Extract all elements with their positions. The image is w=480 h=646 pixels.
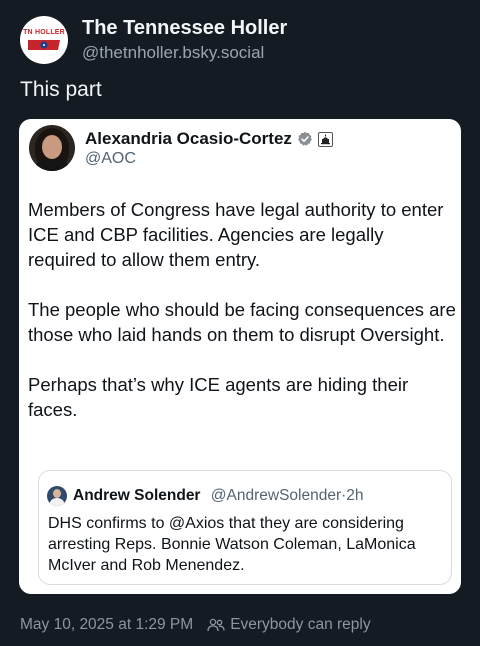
post-text: This part bbox=[20, 78, 102, 101]
inner-quote-text: DHS confirms to @Axios that they are con… bbox=[48, 515, 416, 574]
quoted-paragraph: Perhaps that’s why ICE agents are hiding… bbox=[28, 374, 409, 420]
post-header: TN HOLLER The Tennessee Holler @thetnhol… bbox=[20, 14, 287, 66]
author-display-name[interactable]: The Tennessee Holler bbox=[82, 16, 287, 40]
author-avatar[interactable]: TN HOLLER bbox=[20, 16, 68, 64]
author-handle[interactable]: @thetnholler.bsky.social bbox=[82, 42, 287, 64]
capitol-icon bbox=[317, 131, 333, 147]
inner-quote-author-name[interactable]: Andrew Solender bbox=[73, 487, 200, 504]
quoted-post-body: Members of Congress have legal authority… bbox=[28, 197, 456, 447]
quoted-paragraph: The people who should be facing conseque… bbox=[28, 299, 456, 345]
inner-quoted-post[interactable]: Andrew Solender @AndrewSolender·2h DHS c… bbox=[38, 470, 452, 585]
reply-setting: Everybody can reply bbox=[230, 616, 371, 633]
avatar-logo-text: TN HOLLER bbox=[23, 29, 65, 36]
tennessee-flag-icon bbox=[28, 40, 60, 50]
post-timestamp[interactable]: May 10, 2025 at 1:29 PM bbox=[20, 615, 193, 635]
quoted-paragraph: Members of Congress have legal authority… bbox=[28, 199, 444, 270]
quoted-author-name[interactable]: Alexandria Ocasio-Cortez bbox=[85, 129, 292, 149]
inner-quote-handle[interactable]: @AndrewSolender bbox=[211, 487, 341, 504]
quoted-author-handle[interactable]: @AOC bbox=[85, 150, 136, 168]
verified-badge-icon bbox=[298, 131, 312, 146]
post-footer: May 10, 2025 at 1:29 PM Everybody can re… bbox=[20, 615, 371, 635]
quoted-post-card[interactable]: Alexandria Ocasio-Cortez @AOC Members of… bbox=[19, 119, 461, 594]
inner-quote-avatar[interactable] bbox=[47, 486, 67, 506]
people-icon bbox=[207, 618, 225, 632]
inner-quote-time: 2h bbox=[346, 487, 364, 504]
quoted-author-avatar[interactable] bbox=[29, 125, 75, 171]
